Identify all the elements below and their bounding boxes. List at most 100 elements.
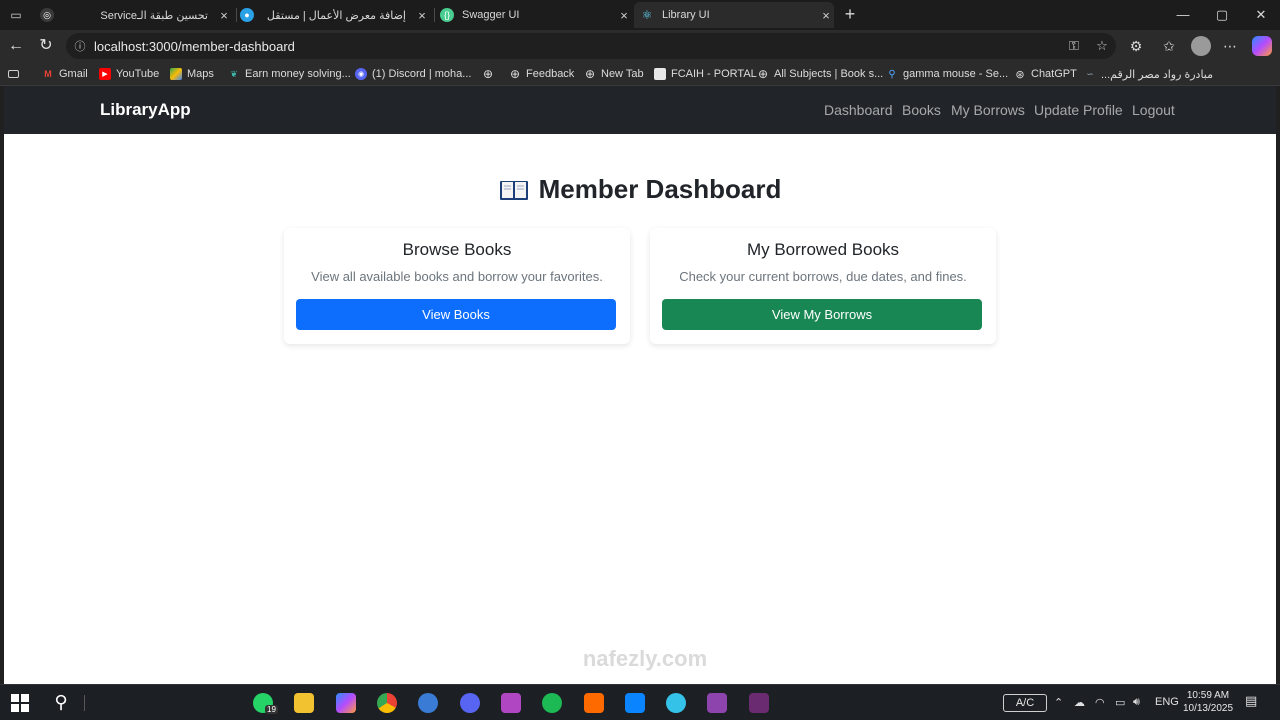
nav-link-update-profile[interactable]: Update Profile — [1034, 102, 1123, 118]
tab-separator — [434, 8, 435, 22]
bookmark-label: FCAIH - PORTAL — [671, 68, 757, 80]
tab-title: تحسين طبقة الـService — [100, 9, 208, 22]
bookmark-gamma-mouse[interactable]: ⚲ gamma mouse - Se... — [886, 66, 1008, 82]
page-title: Member Dashboard — [538, 174, 782, 204]
terminal-icon[interactable] — [749, 693, 769, 713]
battery-icon[interactable]: ▭ — [1115, 696, 1125, 709]
url-text[interactable]: localhost:3000/member-dashboard — [94, 39, 1060, 54]
minimize-icon[interactable]: — — [1173, 5, 1193, 25]
gmail-icon: M — [44, 69, 52, 79]
wifi-icon[interactable]: ◠ — [1095, 696, 1105, 709]
search-icon[interactable]: ⚲ — [50, 692, 72, 712]
bookmark-chatgpt[interactable]: ⊛ ChatGPT — [1014, 66, 1077, 82]
view-books-button[interactable]: View Books — [296, 299, 616, 330]
nav-link-my-borrows[interactable]: My Borrows — [951, 102, 1025, 118]
browse-books-card: Browse Books View all available books an… — [284, 228, 630, 344]
site-info-icon[interactable]: ⓘ — [66, 38, 94, 54]
extensions-icon[interactable]: ⚙ — [1125, 36, 1147, 56]
maps-icon — [170, 68, 182, 80]
chrome-icon[interactable] — [377, 693, 397, 713]
address-bar[interactable]: ⓘ localhost:3000/member-dashboard ⚿ ☆ — [66, 33, 1116, 59]
notifications-icon[interactable]: ▤ — [1245, 693, 1257, 709]
nav-link-logout[interactable]: Logout — [1132, 102, 1175, 118]
close-tab-icon[interactable]: × — [818, 8, 834, 23]
tab-3[interactable]: {} Swagger UI × — [440, 2, 632, 28]
system-clock[interactable]: 10:59 AM 10/13/2025 — [1178, 689, 1238, 715]
watermark-logo: nafezly.com — [560, 631, 730, 676]
close-tab-icon[interactable]: × — [216, 8, 232, 23]
collections-icon[interactable] — [8, 66, 24, 82]
bookmark-feedback[interactable]: ⊕ Feedback — [509, 66, 574, 82]
favorites-icon[interactable]: ✩ — [1158, 36, 1180, 56]
app-icon-orange[interactable] — [584, 693, 604, 713]
bookmark-label: ChatGPT — [1031, 68, 1077, 80]
bookmark-all-subjects[interactable]: ⊕ All Subjects | Book s... — [757, 66, 883, 82]
show-hidden-icons-icon[interactable]: ⌃ — [1054, 696, 1063, 709]
bookmark-label: Earn money solving... — [245, 68, 351, 80]
app-navbar: LibraryApp Dashboard Books My Borrows Up… — [4, 86, 1276, 134]
bookmark-maps[interactable]: Maps — [170, 66, 214, 82]
globe-bookmark[interactable]: ⊕ — [482, 66, 499, 82]
keyboard-layout-indicator[interactable]: A/C — [1003, 694, 1047, 712]
visual-studio-2-icon[interactable] — [707, 693, 727, 713]
bookmark-arabic-initiative[interactable]: ∽ مبادرة رواد مصر الرقم... — [1084, 66, 1213, 82]
maximize-icon[interactable]: ▢ — [1212, 5, 1232, 25]
spotify-icon[interactable] — [542, 693, 562, 713]
tab-actions-menu-icon[interactable]: ▭ — [6, 6, 26, 24]
edge-browser-icon[interactable] — [666, 693, 686, 713]
back-arrow-icon[interactable]: ← — [6, 36, 26, 56]
bookmark-fcaih-portal[interactable]: FCAIH - PORTAL — [654, 66, 757, 82]
discord-app-icon[interactable] — [460, 693, 480, 713]
bookmark-label: YouTube — [116, 68, 160, 80]
tab-2[interactable]: ● إضافة معرض الأعمال | مستقل × — [240, 2, 430, 28]
leaf-icon: ❦ — [230, 68, 238, 79]
volume-icon[interactable]: 🔊︎ — [1133, 696, 1140, 709]
bookmark-new-tab[interactable]: ⊕ New Tab — [584, 66, 644, 82]
visual-studio-icon[interactable] — [501, 693, 521, 713]
copilot-icon[interactable] — [1252, 36, 1272, 56]
windows-start-icon[interactable] — [11, 694, 29, 712]
taskbar-divider — [84, 695, 85, 711]
windows-taskbar: ⚲ 19 nafezly.com A/C ⌃ ☁ ◠ ▭ 🔊︎ ENG 10:5… — [0, 646, 1280, 720]
chatgpt-icon: ⊛ — [1015, 68, 1025, 81]
nav-link-books[interactable]: Books — [902, 102, 941, 118]
discord-icon: ◉ — [355, 68, 367, 80]
bookmark-gmail[interactable]: M Gmail — [42, 66, 88, 82]
portal-icon — [654, 68, 666, 80]
vscode-icon[interactable] — [625, 693, 645, 713]
close-window-icon[interactable]: ✕ — [1251, 5, 1271, 25]
onedrive-icon[interactable]: ☁ — [1074, 696, 1085, 709]
open-book-icon — [499, 178, 529, 202]
chatgpt-favicon-icon: ◎ — [40, 8, 54, 22]
close-tab-icon[interactable]: × — [414, 8, 430, 23]
bookmark-label: Maps — [187, 68, 214, 80]
new-tab-icon[interactable]: + — [840, 4, 860, 24]
favorite-star-icon[interactable]: ☆ — [1088, 38, 1116, 54]
bookmark-earn-money[interactable]: ❦ Earn money solving... — [228, 66, 351, 82]
profile-avatar-icon[interactable] — [1191, 36, 1211, 56]
more-options-icon[interactable]: ⋯ — [1219, 36, 1241, 56]
bookmark-discord[interactable]: ◉ (1) Discord | moha... — [355, 66, 471, 82]
edge-app-icon[interactable] — [418, 693, 438, 713]
view-my-borrows-button[interactable]: View My Borrows — [662, 299, 982, 330]
brand-logo[interactable]: LibraryApp — [100, 100, 191, 120]
language-indicator[interactable]: ENG — [1155, 696, 1179, 708]
bookmark-youtube[interactable]: ▶ YouTube — [99, 66, 159, 82]
swagger-favicon-icon: {} — [440, 8, 454, 22]
reload-icon[interactable]: ↻ — [36, 36, 56, 56]
tab-4-active[interactable]: ⚛ Library UI × — [634, 2, 834, 28]
file-explorer-icon[interactable] — [294, 693, 314, 713]
browser-toolbar: ← ↻ ⓘ localhost:3000/member-dashboard ⚿ … — [0, 30, 1280, 62]
bookmark-label: Gmail — [59, 68, 88, 80]
close-tab-icon[interactable]: × — [616, 8, 632, 23]
copilot-app-icon[interactable] — [336, 693, 356, 713]
bookmark-label: Feedback — [526, 68, 575, 80]
nav-link-dashboard[interactable]: Dashboard — [824, 102, 893, 118]
tab-separator — [236, 8, 237, 22]
tab-1[interactable]: ◎ تحسين طبقة الـService × — [40, 2, 232, 28]
whatsapp-badge: 19 — [265, 705, 278, 714]
tab-title: إضافة معرض الأعمال | مستقل — [266, 9, 406, 22]
password-key-icon[interactable]: ⚿ — [1060, 38, 1088, 54]
card-title: My Borrowed Books — [746, 240, 900, 259]
react-favicon-icon: ⚛ — [641, 8, 653, 22]
